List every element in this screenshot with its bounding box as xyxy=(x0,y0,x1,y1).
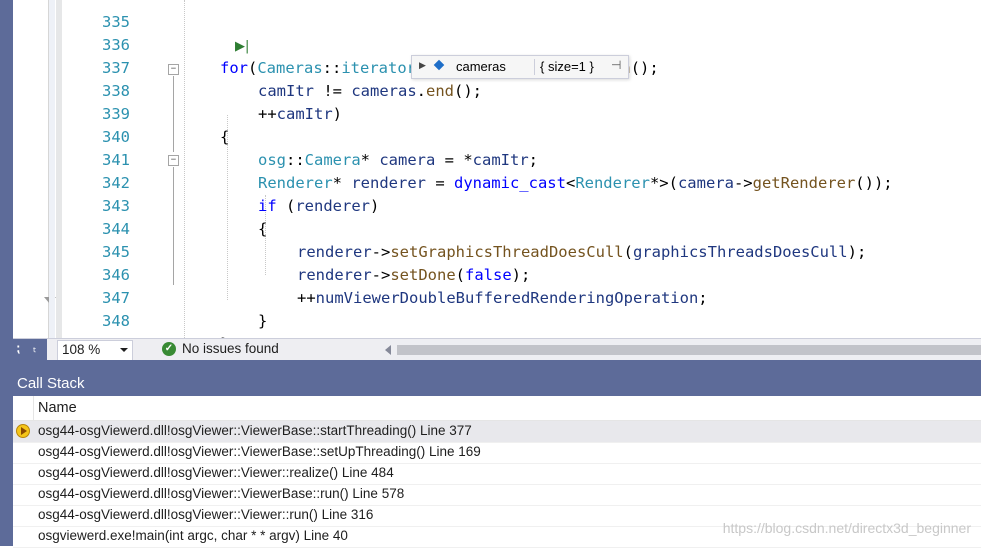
datatip-separator xyxy=(534,59,535,75)
code-line-344: 344 renderer->setGraphicsThreadDoesCull(… xyxy=(62,195,981,261)
stack-frame-row[interactable]: osg44-osgViewerd.dll!osgViewer::ViewerBa… xyxy=(13,421,981,443)
scroll-left-arrow-icon[interactable] xyxy=(385,345,391,355)
left-tool-strip xyxy=(0,0,13,360)
code-line-341: 341 Renderer* renderer = dynamic_cast<Re… xyxy=(62,126,981,192)
column-name-label: Name xyxy=(38,400,77,416)
panel-splitter[interactable] xyxy=(13,360,981,372)
datatip-value[interactable]: { size=1 } xyxy=(540,59,594,74)
call-stack-header: Call Stack xyxy=(13,372,981,396)
zoom-value: 108 % xyxy=(62,342,101,357)
watermark: https://blog.csdn.net/directx3d_beginner xyxy=(722,520,971,536)
code-line-335: 335 xyxy=(62,0,981,31)
stack-frame-row[interactable]: osg44-osgViewerd.dll!osgViewer::ViewerBa… xyxy=(13,442,981,464)
datatip-name: cameras xyxy=(456,59,506,74)
code-line-347: 347 } xyxy=(62,264,981,330)
stack-frame-row[interactable]: osg44-osgViewerd.dll!osgViewer::ViewerBa… xyxy=(13,484,981,506)
check-circle-icon: ✓ xyxy=(162,342,176,356)
editor-left-margin xyxy=(13,0,56,338)
code-line-340: 340 osg::Camera* camera = *camItr; xyxy=(62,103,981,169)
issues-status[interactable]: No issues found xyxy=(182,341,279,356)
status-icons: ⁏ ₜ xyxy=(13,339,47,361)
stack-frame-text: osg44-osgViewerd.dll!osgViewer::Viewer::… xyxy=(38,507,374,522)
code-line-349: 349 xyxy=(62,310,981,338)
code-line-346: 346 ++numViewerDoubleBufferedRenderingOp… xyxy=(62,241,981,307)
code-line-342: 342 if (renderer) xyxy=(62,149,981,215)
editor-status-bar: ⁏ ₜ 108 % ✓ No issues found xyxy=(13,338,981,361)
code-editor[interactable]: − − ▶| 335 336 for(Cameras::iterator cam… xyxy=(62,0,981,338)
code-line-345: 345 renderer->setDone(false); xyxy=(62,218,981,284)
code-line-348: 348 } xyxy=(62,287,981,338)
git-icon[interactable]: ⁏ xyxy=(16,341,20,355)
stack-frame-text: osg44-osgViewerd.dll!osgViewer::ViewerBa… xyxy=(38,486,405,501)
chevron-down-icon xyxy=(120,348,128,352)
branch-icon[interactable]: ₜ xyxy=(33,341,37,355)
code-line-343: 343 { xyxy=(62,172,981,238)
column-header[interactable]: Name xyxy=(13,396,981,421)
stack-frame-text: osg44-osgViewerd.dll!osgViewer::Viewer::… xyxy=(38,465,394,480)
horizontal-scrollbar-thumb[interactable] xyxy=(397,345,981,355)
variable-datatip[interactable]: ▶ cameras { size=1 } ⊣ xyxy=(411,55,629,79)
zoom-dropdown[interactable]: 108 % xyxy=(57,340,133,361)
current-frame-arrow-icon xyxy=(16,424,30,438)
expand-triangle-icon[interactable]: ▶ xyxy=(419,60,426,71)
left-tool-strip xyxy=(0,360,13,546)
column-divider xyxy=(33,396,34,420)
stack-frame-text: osgviewerd.exe!main(int argc, char * * a… xyxy=(38,528,348,543)
cube-icon xyxy=(433,59,445,71)
stack-frame-text: osg44-osgViewerd.dll!osgViewer::ViewerBa… xyxy=(38,444,481,459)
stack-frame-row[interactable]: osg44-osgViewerd.dll!osgViewer::Viewer::… xyxy=(13,463,981,485)
code-line-336: 336 for(Cameras::iterator camItr = camer… xyxy=(62,11,981,77)
code-line-337: 337 camItr != cameras.end(); xyxy=(62,34,981,100)
change-gutter xyxy=(49,0,55,338)
code-line-339: 339 { xyxy=(62,80,981,146)
stack-frame-text: osg44-osgViewerd.dll!osgViewer::ViewerBa… xyxy=(38,423,472,438)
pin-icon[interactable]: ⊣ xyxy=(611,58,621,72)
panel-title: Call Stack xyxy=(17,375,85,392)
